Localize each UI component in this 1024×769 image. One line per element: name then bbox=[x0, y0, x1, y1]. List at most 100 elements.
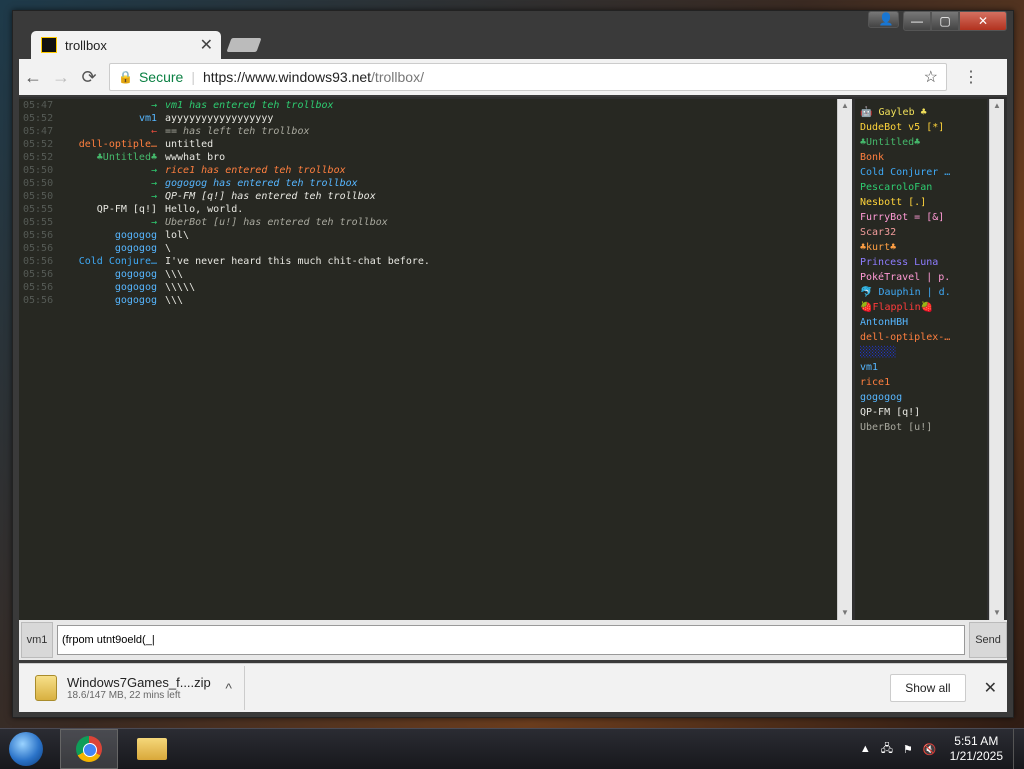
taskbar: ▲ 🖧 ⚑ 🔇 5:51 AM 1/21/2025 bbox=[0, 728, 1024, 769]
network-icon[interactable]: 🖧 bbox=[881, 740, 893, 759]
user-list-item[interactable]: PokéTravel | p. bbox=[855, 270, 987, 285]
forward-icon[interactable]: → bbox=[47, 67, 75, 88]
user-list-item[interactable]: vm1 bbox=[855, 360, 987, 375]
browser-menu-icon[interactable]: ⋮ bbox=[963, 67, 979, 87]
back-icon[interactable]: ← bbox=[19, 67, 47, 88]
close-download-bar-icon[interactable]: ✕ bbox=[984, 678, 997, 698]
message-input[interactable] bbox=[56, 625, 966, 655]
user-list-item[interactable]: rice1 bbox=[855, 375, 987, 390]
user-list-item[interactable]: Scar32 bbox=[855, 225, 987, 240]
message-text: vm1 has entered teh trollbox bbox=[165, 100, 334, 111]
user-list-item[interactable]: ░░░░░░ bbox=[855, 345, 987, 360]
user-list-item[interactable]: dell-optiplex-… bbox=[855, 330, 987, 345]
message-nick[interactable]: ♣Untitled♣ bbox=[63, 151, 165, 164]
message-text: \\\\\ bbox=[165, 282, 196, 293]
chat-message: 05:55 QP-FM [q!] Hello, world. bbox=[19, 203, 837, 216]
chrome-taskbar-button[interactable] bbox=[60, 729, 118, 769]
close-window-button[interactable]: ✕ bbox=[959, 11, 1007, 31]
user-list-item[interactable]: Cold Conjurer … bbox=[855, 165, 987, 180]
message-nick[interactable]: QP-FM [q!] bbox=[63, 203, 165, 216]
lock-icon: 🔒 bbox=[118, 70, 133, 84]
message-nick[interactable]: dell-optiple… bbox=[63, 138, 165, 151]
scroll-up-icon[interactable]: ▲ bbox=[838, 99, 852, 113]
user-list-item[interactable]: ♣kurt♣ bbox=[855, 240, 987, 255]
tray-overflow-icon[interactable]: ▲ bbox=[860, 743, 871, 755]
user-list-item[interactable]: ♣Untitled♣ bbox=[855, 135, 987, 150]
user-list-item[interactable]: Princess Luna bbox=[855, 255, 987, 270]
message-nick[interactable]: gogogog bbox=[63, 242, 165, 255]
secure-label: Secure bbox=[138, 69, 184, 85]
user-list-item[interactable]: 🍓Flapplin🍓 bbox=[855, 300, 987, 315]
message-nick[interactable]: gogogog bbox=[63, 294, 165, 307]
message-nick[interactable]: ← bbox=[63, 125, 165, 138]
new-tab-button[interactable] bbox=[226, 38, 262, 52]
message-nick[interactable]: gogogog bbox=[63, 268, 165, 281]
message-nick[interactable]: → bbox=[63, 177, 165, 190]
userlist-scrollbar[interactable]: ▲ ▼ bbox=[989, 99, 1004, 620]
chat-message: 05:52 vm1 ayyyyyyyyyyyyyyyyy bbox=[19, 112, 837, 125]
user-list-item[interactable]: AntonHBH bbox=[855, 315, 987, 330]
user-list-item[interactable]: UberBot [u!] bbox=[855, 420, 987, 435]
message-timestamp: 05:56 bbox=[23, 282, 54, 293]
address-bar[interactable]: 🔒 Secure | https:// www.windows93.net /t… bbox=[109, 63, 947, 91]
message-nick[interactable]: → bbox=[63, 216, 165, 229]
chat-message: 05:56 gogogog lol\ bbox=[19, 229, 837, 242]
minimize-button[interactable]: — bbox=[903, 11, 931, 31]
user-list-item[interactable]: Nesbott [.] bbox=[855, 195, 987, 210]
user-list-item[interactable]: 🤖 Gayleb ♣ bbox=[855, 105, 987, 120]
omnibox-divider: | bbox=[191, 69, 195, 85]
tab-close-icon[interactable]: ✕ bbox=[200, 35, 213, 55]
message-text: rice1 has entered teh trollbox bbox=[165, 165, 346, 176]
message-nick[interactable]: vm1 bbox=[63, 112, 165, 125]
user-list-item[interactable]: 🐬 Dauphin | d. bbox=[855, 285, 987, 300]
tab-trollbox[interactable]: trollbox ✕ bbox=[31, 31, 221, 59]
download-progress: 18.6/147 MB, 22 mins left bbox=[67, 690, 181, 701]
volume-muted-icon[interactable]: 🔇 bbox=[923, 743, 937, 756]
chat-message: 05:56 gogogog \ bbox=[19, 242, 837, 255]
show-desktop-button[interactable] bbox=[1013, 729, 1024, 769]
message-timestamp: 05:55 bbox=[23, 204, 54, 215]
user-icon[interactable]: 👤 bbox=[868, 11, 899, 28]
chevron-up-icon[interactable]: ^ bbox=[225, 680, 232, 696]
message-nick[interactable]: Cold Conjure… bbox=[63, 255, 165, 268]
message-timestamp: 05:47 bbox=[23, 126, 54, 137]
scroll-down-icon[interactable]: ▼ bbox=[838, 606, 852, 620]
start-button[interactable] bbox=[9, 732, 43, 766]
zip-file-icon bbox=[35, 675, 57, 701]
scroll-up-icon[interactable]: ▲ bbox=[990, 99, 1004, 113]
user-list-item[interactable]: PescaroloFan bbox=[855, 180, 987, 195]
chat-message: 05:52 dell-optiple… untitled bbox=[19, 138, 837, 151]
scroll-down-icon[interactable]: ▼ bbox=[990, 606, 1004, 620]
message-timestamp: 05:56 bbox=[23, 256, 54, 267]
message-nick[interactable]: gogogog bbox=[63, 281, 165, 294]
maximize-button[interactable]: ▢ bbox=[931, 11, 959, 31]
chat-message: 05:47 ← == has left teh trollbox bbox=[19, 125, 837, 138]
download-item[interactable]: Windows7Games_f....zip 18.6/147 MB, 22 m… bbox=[19, 666, 245, 710]
message-nick[interactable]: → bbox=[63, 164, 165, 177]
user-list-item[interactable]: Bonk bbox=[855, 150, 987, 165]
chat-scrollbar[interactable]: ▲ ▼ bbox=[837, 99, 852, 620]
user-list: 🤖 Gayleb ♣ DudeBot v5 [*] ♣Untitled♣ Bonk Co… bbox=[855, 99, 987, 626]
message-text: untitled bbox=[165, 139, 214, 150]
clock[interactable]: 5:51 AM 1/21/2025 bbox=[950, 734, 1003, 764]
chat-message: 05:50 → gogogog has entered teh trollbox bbox=[19, 177, 837, 190]
message-timestamp: 05:52 bbox=[23, 139, 54, 150]
message-timestamp: 05:56 bbox=[23, 243, 54, 254]
user-list-item[interactable]: DudeBot v5 [*] bbox=[855, 120, 987, 135]
user-list-item[interactable]: QP-FM [q!] bbox=[855, 405, 987, 420]
bookmark-star-icon[interactable]: ☆ bbox=[924, 67, 938, 87]
reload-icon[interactable]: ⟳ bbox=[75, 67, 103, 88]
message-nick[interactable]: gogogog bbox=[63, 229, 165, 242]
message-timestamp: 05:55 bbox=[23, 217, 54, 228]
message-nick[interactable]: → bbox=[63, 190, 165, 203]
user-list-item[interactable]: FurryBot = [&] bbox=[855, 210, 987, 225]
show-all-button[interactable]: Show all bbox=[890, 674, 966, 702]
nickname-button[interactable]: vm1 bbox=[21, 622, 53, 658]
action-center-flag-icon[interactable]: ⚑ bbox=[903, 743, 913, 756]
user-list-item[interactable]: gogogog bbox=[855, 390, 987, 405]
trollbox-favicon-icon bbox=[41, 37, 57, 53]
explorer-taskbar-button[interactable] bbox=[124, 730, 180, 768]
message-nick[interactable]: → bbox=[63, 99, 165, 112]
chat-log[interactable]: 05:47 → vm1 has entered teh trollbox 05:52 v… bbox=[19, 99, 837, 620]
send-button[interactable]: Send bbox=[969, 622, 1007, 658]
